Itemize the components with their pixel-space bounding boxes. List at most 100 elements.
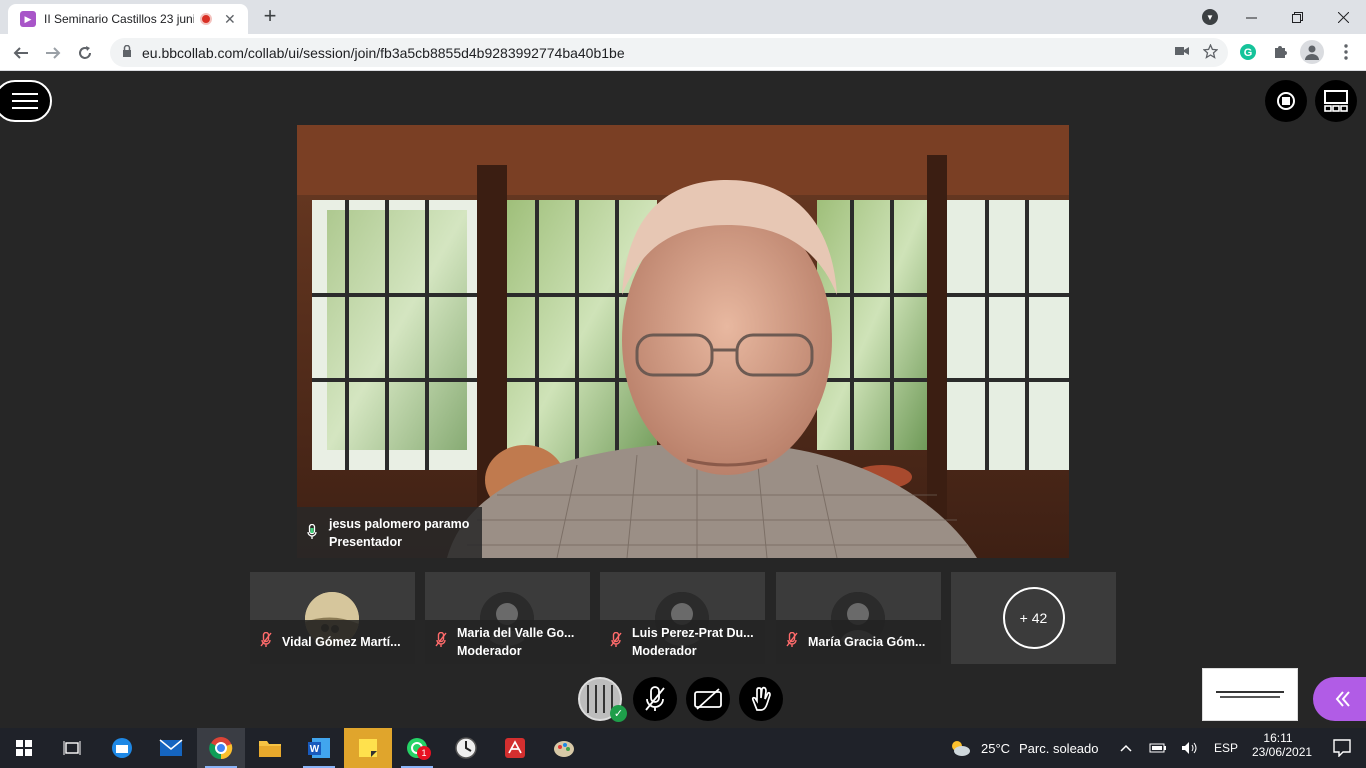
taskbar-app-sticky-notes[interactable] <box>344 728 392 768</box>
folder-icon <box>259 741 281 757</box>
input-language[interactable]: ESP <box>1214 728 1238 768</box>
new-tab-button[interactable]: + <box>258 3 282 28</box>
more-participants-tile[interactable]: + 42 <box>951 572 1116 664</box>
weather-description[interactable]: Parc. soleado <box>1019 728 1099 768</box>
browser-toolbar: eu.bbcollab.com/collab/ui/session/join/f… <box>0 34 1366 71</box>
taskbar-app-word[interactable]: W <box>295 728 343 768</box>
camera-permission-icon[interactable] <box>1175 44 1189 62</box>
collab-favicon-icon: ▶ <box>20 11 36 27</box>
microphone-muted-icon <box>260 632 272 647</box>
session-menu-button[interactable] <box>0 80 52 122</box>
presenter-video[interactable]: jesus palomero paramo Presentador <box>297 125 1069 558</box>
hand-icon <box>751 686 771 711</box>
extensions-puzzle-icon[interactable] <box>1270 42 1290 62</box>
document-preview-icon <box>1216 690 1284 698</box>
back-icon[interactable] <box>8 40 34 66</box>
acrobat-icon <box>505 738 525 758</box>
reload-icon[interactable] <box>72 40 98 66</box>
minimize-icon[interactable] <box>1228 0 1274 34</box>
forward-icon[interactable] <box>40 40 66 66</box>
tab-close-icon[interactable]: ✕ <box>224 11 236 28</box>
chrome-icon <box>209 737 233 760</box>
microphone-on-icon <box>307 524 317 539</box>
taskbar-app-acrobat[interactable] <box>491 728 539 768</box>
clock-icon <box>455 737 477 759</box>
start-button[interactable] <box>0 728 48 768</box>
collaborate-panel-toggle[interactable] <box>1313 677 1366 721</box>
profile-avatar-icon[interactable] <box>1300 40 1324 64</box>
browser-menu-icon[interactable] <box>1336 42 1356 62</box>
task-view-button[interactable] <box>48 728 96 768</box>
paint-palette-icon <box>554 741 574 757</box>
participant-tile[interactable]: Maria del Valle Go... Moderador <box>425 572 590 664</box>
toggle-microphone-button[interactable] <box>633 677 677 721</box>
taskbar-app-mail[interactable] <box>147 728 195 768</box>
clock-time: 16:11 <box>1263 731 1293 745</box>
address-bar[interactable]: eu.bbcollab.com/collab/ui/session/join/f… <box>110 38 1228 67</box>
tab-title: II Seminario Castillos 23 junio <box>44 12 194 26</box>
participant-name: Maria del Valle Go... <box>457 626 575 640</box>
participant-tile[interactable]: María Gracia Góm... <box>776 572 941 664</box>
microphone-muted-icon <box>435 632 447 647</box>
sticky-notes-icon <box>359 739 377 757</box>
presenter-role: Presentador <box>329 535 402 549</box>
show-hidden-icons-chevron-icon[interactable] <box>1114 728 1138 768</box>
presenter-name: jesus palomero paramo <box>329 517 470 531</box>
participant-role: Moderador <box>632 644 697 658</box>
shared-content-thumbnail[interactable] <box>1202 668 1298 721</box>
svg-text:W: W <box>310 744 320 755</box>
bookmark-star-icon[interactable] <box>1202 43 1219 62</box>
windows-logo-icon <box>16 740 32 756</box>
more-participants-count: + 42 <box>1002 587 1065 649</box>
status-check-icon: ✓ <box>610 705 627 722</box>
mail-globe-icon <box>112 738 132 758</box>
stop-share-button[interactable] <box>1265 80 1307 122</box>
taskbar-app-file-explorer[interactable] <box>246 728 294 768</box>
participant-label: María Gracia Góm... <box>776 620 941 664</box>
toggle-camera-button[interactable] <box>686 677 730 721</box>
layout-toggle-button[interactable] <box>1315 80 1357 122</box>
taskbar-app-whatsapp[interactable]: 1 <box>393 728 441 768</box>
window-controls <box>1228 0 1366 34</box>
stop-icon <box>1277 92 1295 110</box>
url-text: eu.bbcollab.com/collab/ui/session/join/f… <box>142 44 625 61</box>
word-icon: W <box>308 738 330 758</box>
participant-name: Luis Perez-Prat Du... <box>632 626 754 640</box>
mail-icon <box>159 739 183 756</box>
taskbar-app-outlook-web[interactable] <box>98 728 146 768</box>
taskbar-app-chrome[interactable] <box>197 728 245 768</box>
participant-role: Moderador <box>457 644 522 658</box>
browser-tab[interactable]: ▶ II Seminario Castillos 23 junio ✕ <box>8 4 248 34</box>
restore-icon[interactable] <box>1274 0 1320 34</box>
microphone-muted-icon <box>786 632 798 647</box>
taskbar-app-paint[interactable] <box>540 728 588 768</box>
participant-label: Luis Perez-Prat Du... Moderador <box>600 620 765 664</box>
hamburger-icon <box>12 93 38 95</box>
recording-icon <box>200 13 212 25</box>
grid-layout-icon <box>1324 90 1348 112</box>
system-clock[interactable]: 16:11 23/06/2021 <box>1252 731 1312 759</box>
raise-hand-button[interactable] <box>739 677 783 721</box>
tab-search-icon[interactable]: ▼ <box>1202 9 1218 25</box>
grammarly-extension-icon[interactable]: G <box>1238 42 1258 62</box>
participant-label: Vidal Gómez Martí... <box>250 620 415 664</box>
action-center-button[interactable] <box>1318 728 1366 768</box>
camera-off-icon <box>694 688 722 710</box>
double-chevron-left-icon <box>1335 691 1350 707</box>
presenter-name-tag: jesus palomero paramo Presentador <box>297 507 482 558</box>
participant-tile[interactable]: Luis Perez-Prat Du... Moderador <box>600 572 765 664</box>
participant-label: Maria del Valle Go... Moderador <box>425 620 590 664</box>
volume-icon[interactable] <box>1178 728 1202 768</box>
windows-taskbar: W 1 25°C Parc. soleado ESP 16:11 23/06/2… <box>0 728 1366 768</box>
notification-badge: 1 <box>417 746 431 760</box>
close-window-icon[interactable] <box>1320 0 1366 34</box>
task-view-icon <box>63 741 81 755</box>
participant-name: María Gracia Góm... <box>808 635 926 649</box>
weather-temperature[interactable]: 25°C <box>981 728 1010 768</box>
weather-icon[interactable] <box>940 728 980 768</box>
participant-tile[interactable]: Vidal Gómez Martí... <box>250 572 415 664</box>
battery-icon[interactable] <box>1146 728 1170 768</box>
participant-name: Vidal Gómez Martí... <box>282 635 401 649</box>
taskbar-app-clock[interactable] <box>442 728 490 768</box>
notifications-icon <box>1333 739 1351 757</box>
